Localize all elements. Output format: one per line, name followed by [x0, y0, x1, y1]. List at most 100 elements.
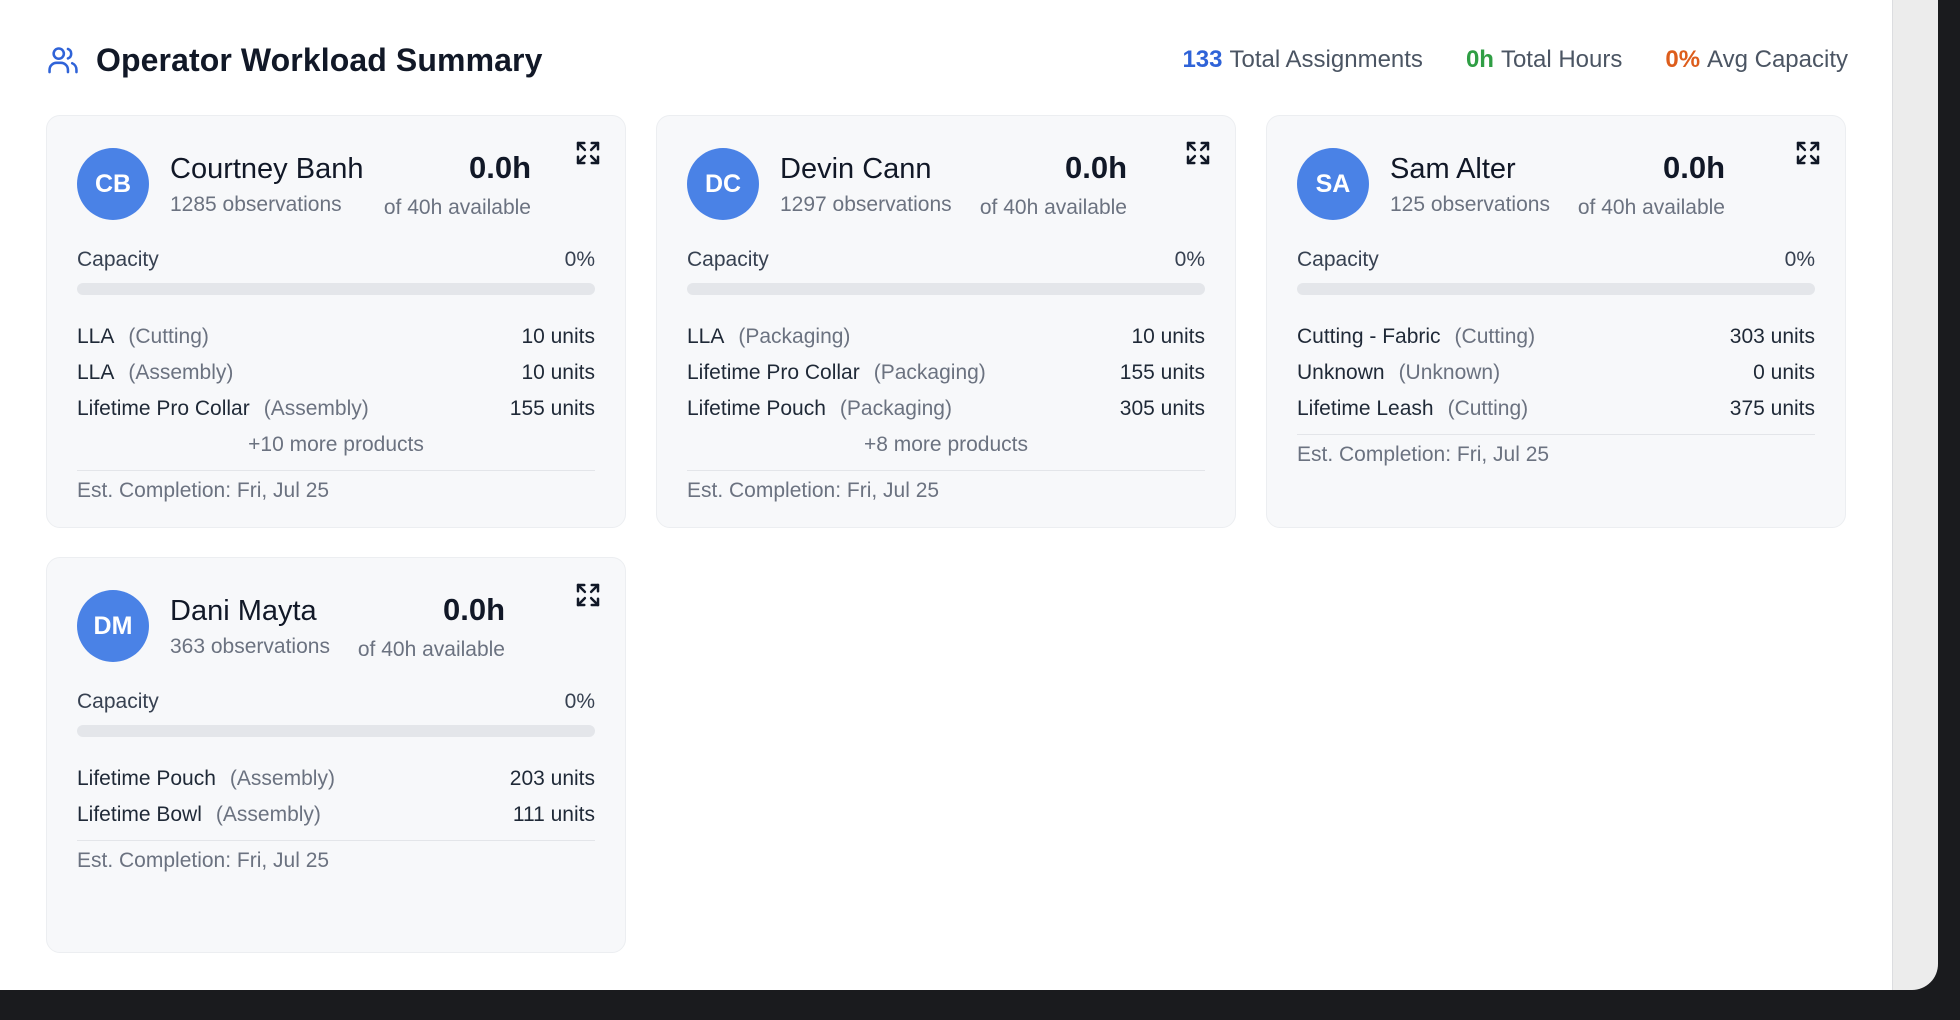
stat-capacity-label: Avg Capacity	[1707, 46, 1848, 73]
product-row: LLA (Assembly) 10 units	[77, 355, 595, 391]
expand-icon[interactable]	[573, 138, 603, 168]
product-name: LLA	[687, 325, 725, 348]
product-info: Lifetime Leash (Cutting)	[1297, 397, 1528, 421]
hours-available: of 40h available	[383, 196, 531, 219]
operator-name: Courtney Banh	[170, 153, 364, 185]
stat-total-assignments: 133 Total Assignments	[1182, 46, 1422, 74]
page-title: Operator Workload Summary	[96, 41, 543, 78]
product-row: Cutting - Fabric (Cutting) 303 units	[1297, 319, 1815, 355]
divider	[687, 470, 1205, 471]
estimated-completion: Est. Completion: Fri, Jul 25	[77, 479, 330, 502]
product-units: 155 units	[509, 397, 595, 420]
product-name: Cutting - Fabric	[1297, 325, 1441, 348]
product-name: Lifetime Leash	[1297, 397, 1434, 420]
product-name: Lifetime Pouch	[687, 397, 826, 420]
capacity-row: Capacity 0%	[1297, 248, 1815, 272]
avatar: CB	[77, 148, 149, 220]
product-list: LLA (Packaging) 10 units Lifetime Pro Colla…	[687, 319, 1205, 503]
estimated-completion: Est. Completion: Fri, Jul 25	[77, 849, 330, 872]
expand-icon[interactable]	[1183, 138, 1213, 168]
divider	[1297, 434, 1815, 435]
product-name: Lifetime Pro Collar	[77, 397, 250, 420]
operator-card: DM Dani Mayta 363 observations 0.0h of 40h a…	[46, 557, 626, 953]
more-products-link[interactable]: +8 more products	[687, 427, 1205, 463]
capacity-row: Capacity 0%	[687, 248, 1205, 272]
product-info: LLA (Assembly)	[77, 361, 233, 385]
product-name: Unknown	[1297, 361, 1385, 384]
product-row: LLA (Packaging) 10 units	[687, 319, 1205, 355]
stat-total-hours: 0h Total Hours	[1466, 46, 1622, 74]
capacity-bar	[77, 725, 595, 737]
hours-available: of 40h available	[979, 196, 1127, 219]
capacity-percent: 0%	[564, 248, 595, 271]
operator-name: Dani Mayta	[170, 595, 317, 627]
expand-icon[interactable]	[1793, 138, 1823, 168]
expand-icon[interactable]	[573, 580, 603, 610]
panel-header: Operator Workload Summary 133 Total Assig…	[46, 42, 1848, 78]
product-name: LLA	[77, 361, 115, 384]
operator-name: Devin Cann	[780, 153, 932, 185]
operator-card: CB Courtney Banh 1285 observations 0.0h of 4…	[46, 115, 626, 528]
product-stage: (Packaging)	[873, 361, 986, 384]
product-list: Cutting - Fabric (Cutting) 303 units Unknow…	[1297, 319, 1815, 467]
observation-count: 363 observations	[170, 635, 330, 658]
product-row: Lifetime Leash (Cutting) 375 units	[1297, 391, 1815, 427]
avatar: DC	[687, 148, 759, 220]
product-units: 0 units	[1753, 361, 1815, 384]
product-row: Unknown (Unknown) 0 units	[1297, 355, 1815, 391]
stat-assignments-label: Total Assignments	[1229, 46, 1423, 73]
product-stage: (Assembly)	[215, 803, 321, 826]
hours-available: of 40h available	[1577, 196, 1725, 219]
product-units: 10 units	[1131, 325, 1205, 348]
product-row: Lifetime Pouch (Packaging) 305 units	[687, 391, 1205, 427]
product-info: LLA (Cutting)	[77, 325, 209, 349]
stat-hours-value: 0h	[1465, 46, 1494, 73]
estimated-completion: Est. Completion: Fri, Jul 25	[687, 479, 940, 502]
capacity-label: Capacity	[1297, 248, 1379, 271]
product-units: 303 units	[1729, 325, 1815, 348]
product-stage: (Assembly)	[263, 397, 369, 420]
capacity-bar	[77, 283, 595, 295]
product-name: Lifetime Pro Collar	[687, 361, 860, 384]
product-units: 10 units	[521, 325, 595, 348]
hours-available: of 40h available	[357, 638, 505, 661]
product-row: Lifetime Pouch (Assembly) 203 units	[77, 761, 595, 797]
product-stage: (Cutting)	[128, 325, 209, 348]
stat-capacity-value: 0%	[1665, 46, 1701, 73]
product-info: Lifetime Pouch (Packaging)	[687, 397, 952, 421]
capacity-label: Capacity	[77, 248, 159, 271]
hours-value: 0.0h	[1064, 150, 1127, 185]
product-row: Lifetime Pro Collar (Assembly) 155 units	[77, 391, 595, 427]
observation-count: 1285 observations	[170, 193, 342, 216]
more-products-link[interactable]: +10 more products	[77, 427, 595, 463]
divider	[77, 470, 595, 471]
capacity-row: Capacity 0%	[77, 248, 595, 272]
product-row: LLA (Cutting) 10 units	[77, 319, 595, 355]
users-icon	[46, 42, 82, 78]
workload-panel: Operator Workload Summary 133 Total Assig…	[0, 0, 1893, 990]
avatar: DM	[77, 590, 149, 662]
product-units: 155 units	[1119, 361, 1205, 384]
estimated-completion: Est. Completion: Fri, Jul 25	[1297, 443, 1550, 466]
summary-stats: 133 Total Assignments 0h Total Hours 0% Avg…	[1182, 46, 1848, 74]
product-units: 375 units	[1729, 397, 1815, 420]
hours-value: 0.0h	[1662, 150, 1725, 185]
product-list: Lifetime Pouch (Assembly) 203 units Lifetim…	[77, 761, 595, 873]
divider	[77, 840, 595, 841]
capacity-percent: 0%	[1784, 248, 1815, 271]
product-stage: (Cutting)	[1454, 325, 1536, 348]
product-stage: (Unknown)	[1398, 361, 1501, 384]
product-stage: (Assembly)	[128, 361, 234, 384]
hours-value: 0.0h	[442, 592, 505, 627]
product-name: Lifetime Pouch	[77, 767, 216, 790]
capacity-bar	[687, 283, 1205, 295]
product-list: LLA (Cutting) 10 units LLA (Assembly) 10 unit…	[77, 319, 595, 503]
product-stage: (Cutting)	[1447, 397, 1529, 420]
product-info: Lifetime Bowl (Assembly)	[77, 803, 321, 827]
capacity-percent: 0%	[1174, 248, 1205, 271]
product-name: Lifetime Bowl	[77, 803, 202, 826]
product-info: Lifetime Pro Collar (Assembly)	[77, 397, 369, 421]
operator-name: Sam Alter	[1390, 153, 1516, 185]
capacity-label: Capacity	[687, 248, 769, 271]
product-info: Lifetime Pro Collar (Packaging)	[687, 361, 986, 385]
